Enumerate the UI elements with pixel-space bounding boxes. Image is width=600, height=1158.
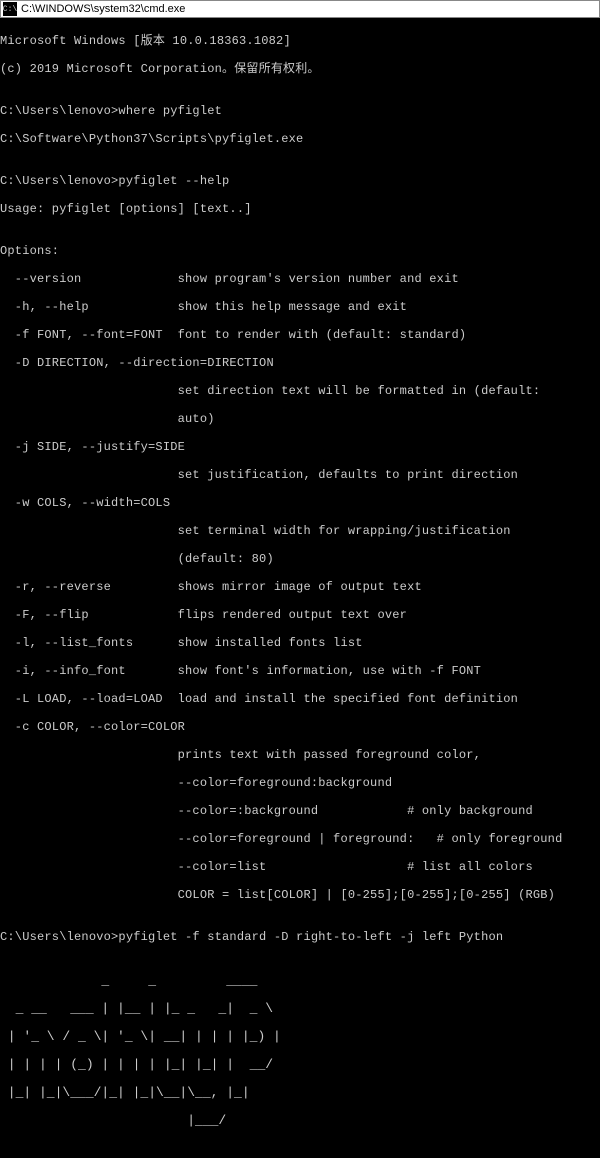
- output-line: auto): [0, 412, 600, 426]
- output-line: Options:: [0, 244, 600, 258]
- prompt-line: C:\Users\lenovo>pyfiglet --help: [0, 174, 600, 188]
- output-line: -w COLS, --width=COLS: [0, 496, 600, 510]
- output-line: --color=:background # only background: [0, 804, 600, 818]
- output-line: -r, --reverse shows mirror image of outp…: [0, 580, 600, 594]
- output-line: -j SIDE, --justify=SIDE: [0, 440, 600, 454]
- prompt-line: C:\Users\lenovo>where pyfiglet: [0, 104, 600, 118]
- output-line: prints text with passed foreground color…: [0, 748, 600, 762]
- ascii-line: _ _ ____: [0, 974, 600, 988]
- window-title: C:\WINDOWS\system32\cmd.exe: [21, 3, 185, 15]
- output-line: -L LOAD, --load=LOAD load and install th…: [0, 692, 600, 706]
- output-line: -h, --help show this help message and ex…: [0, 300, 600, 314]
- output-line: -F, --flip flips rendered output text ov…: [0, 608, 600, 622]
- output-line: Microsoft Windows [版本 10.0.18363.1082]: [0, 34, 600, 48]
- output-line: set direction text will be formatted in …: [0, 384, 600, 398]
- output-line: COLOR = list[COLOR] | [0-255];[0-255];[0…: [0, 888, 600, 902]
- output-line: set justification, defaults to print dir…: [0, 468, 600, 482]
- output-line: Usage: pyfiglet [options] [text..]: [0, 202, 600, 216]
- output-line: C:\Software\Python37\Scripts\pyfiglet.ex…: [0, 132, 600, 146]
- output-line: (default: 80): [0, 552, 600, 566]
- output-line: -c COLOR, --color=COLOR: [0, 720, 600, 734]
- output-line: --color=foreground:background: [0, 776, 600, 790]
- output-line: (c) 2019 Microsoft Corporation。保留所有权利。: [0, 62, 600, 76]
- ascii-line: |___/: [0, 1114, 600, 1128]
- cmd-icon: C:\: [3, 2, 17, 16]
- output-line: --version show program's version number …: [0, 272, 600, 286]
- figlet-output: _ _ ____ _ __ ___ | |__ | |_ _ _| _ \ | …: [0, 960, 600, 1142]
- window-titlebar[interactable]: C:\ C:\WINDOWS\system32\cmd.exe: [0, 0, 600, 18]
- output-line: -i, --info_font show font's information,…: [0, 664, 600, 678]
- ascii-line: |_| |_|\___/|_| |_|\__|\__, |_|: [0, 1086, 600, 1100]
- ascii-line: | | | | (_) | | | | |_| |_| | __/: [0, 1058, 600, 1072]
- output-line: --color=list # list all colors: [0, 860, 600, 874]
- prompt-line: C:\Users\lenovo>pyfiglet -f standard -D …: [0, 930, 600, 944]
- output-line: --color=foreground | foreground: # only …: [0, 832, 600, 846]
- output-line: -D DIRECTION, --direction=DIRECTION: [0, 356, 600, 370]
- output-line: -f FONT, --font=FONT font to render with…: [0, 328, 600, 342]
- output-line: set terminal width for wrapping/justific…: [0, 524, 600, 538]
- ascii-line: | '_ \ / _ \| '_ \| __| | | | |_) |: [0, 1030, 600, 1044]
- ascii-line: _ __ ___ | |__ | |_ _ _| _ \: [0, 1002, 600, 1016]
- terminal-output[interactable]: Microsoft Windows [版本 10.0.18363.1082] (…: [0, 18, 600, 1158]
- output-line: -l, --list_fonts show installed fonts li…: [0, 636, 600, 650]
